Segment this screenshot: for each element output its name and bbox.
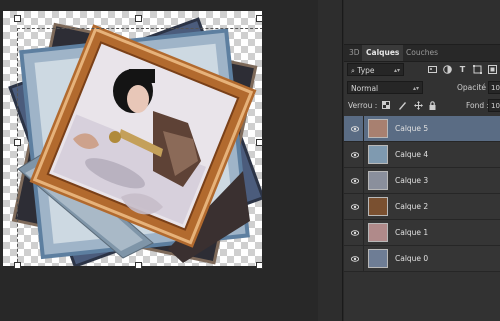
panel-tabs: 3D Calques Couches <box>344 45 500 62</box>
layer-row-divider <box>363 142 364 168</box>
layer-thumbnail <box>368 249 388 268</box>
layer-row-calque-4[interactable]: Calque 4 <box>344 142 500 168</box>
layer-filter-row: ⌕ Type ▴▾ T <box>344 62 500 77</box>
transform-handle-bottom-right[interactable] <box>256 262 263 269</box>
layer-name[interactable]: Calque 1 <box>395 220 428 246</box>
eye-icon[interactable] <box>351 125 359 133</box>
lock-paint-icon[interactable] <box>398 101 407 110</box>
eye-icon[interactable] <box>351 151 359 159</box>
layers-panel: 3D Calques Couches ⌕ Type ▴▾ T Normal ▴▾… <box>344 0 500 321</box>
chevron-updown-icon: ▴▾ <box>393 67 400 74</box>
layer-name[interactable]: Calque 2 <box>395 194 428 220</box>
layer-name[interactable]: Calque 0 <box>395 246 428 272</box>
fill-label: Fond : <box>466 101 490 110</box>
layer-thumbnail <box>368 223 388 242</box>
transform-handle-middle-left[interactable] <box>14 139 21 146</box>
transform-handle-bottom-left[interactable] <box>14 262 21 269</box>
transform-handle-bottom-center[interactable] <box>135 262 142 269</box>
tab-3d[interactable]: 3D <box>345 45 364 61</box>
layer-row-divider <box>363 168 364 194</box>
panel-collapse-gutter[interactable] <box>318 0 342 321</box>
blend-mode-select[interactable]: Normal ▴▾ <box>347 81 423 94</box>
opacity-field[interactable]: 10 <box>488 81 500 94</box>
layer-row-calque-5[interactable]: Calque 5 <box>344 116 500 142</box>
document-canvas-area[interactable] <box>0 0 318 321</box>
layer-row-divider <box>363 116 364 142</box>
layer-filter-select[interactable]: ⌕ Type ▴▾ <box>347 63 404 76</box>
transform-handle-top-left[interactable] <box>14 15 21 22</box>
lock-label: Verrou : <box>348 101 378 110</box>
layer-thumbnail <box>368 145 388 164</box>
eye-icon[interactable] <box>351 177 359 185</box>
tab-couches[interactable]: Couches <box>402 45 442 61</box>
blend-opacity-row: Normal ▴▾ Opacité : 10 <box>344 80 500 95</box>
panel-dock-divider <box>342 0 343 321</box>
document-artboard[interactable] <box>3 11 262 266</box>
lock-all-icon[interactable] <box>428 101 437 110</box>
lock-transparency-icon[interactable] <box>382 101 391 110</box>
transform-handle-top-right[interactable] <box>256 15 263 22</box>
layer-thumbnail <box>368 197 388 216</box>
chevron-updown-icon: ▴▾ <box>412 85 419 92</box>
layer-thumbnail <box>368 171 388 190</box>
layer-name[interactable]: Calque 4 <box>395 142 428 168</box>
image-filter-icon[interactable] <box>428 65 437 74</box>
lock-fill-row: Verrou : Fond : 10 <box>344 98 500 113</box>
adjustment-filter-icon[interactable] <box>443 65 452 74</box>
layer-name[interactable]: Calque 5 <box>395 116 428 142</box>
panel-top-strip <box>344 0 500 45</box>
lock-position-icon[interactable] <box>414 101 423 110</box>
search-icon: ⌕ <box>351 67 355 75</box>
layer-filter-label: Type <box>357 66 375 75</box>
eye-icon[interactable] <box>351 203 359 211</box>
blend-mode-value: Normal <box>351 84 379 93</box>
layer-row-calque-3[interactable]: Calque 3 <box>344 168 500 194</box>
artwork-image <box>8 17 262 266</box>
layer-row-calque-0[interactable]: Calque 0 <box>344 246 500 272</box>
transform-handle-middle-right[interactable] <box>256 139 263 146</box>
layer-row-calque-1[interactable]: Calque 1 <box>344 220 500 246</box>
transform-handle-top-center[interactable] <box>135 15 142 22</box>
layer-row-divider <box>363 194 364 220</box>
type-filter-icon[interactable]: T <box>458 65 467 74</box>
opacity-label: Opacité : <box>457 83 491 92</box>
layer-row-divider <box>363 220 364 246</box>
eye-icon[interactable] <box>351 229 359 237</box>
tab-calques[interactable]: Calques <box>362 45 404 61</box>
eye-icon[interactable] <box>351 255 359 263</box>
layer-row-divider <box>363 246 364 272</box>
smart-object-filter-icon[interactable] <box>488 65 497 74</box>
layer-name[interactable]: Calque 3 <box>395 168 428 194</box>
layer-thumbnail <box>368 119 388 138</box>
layer-row-calque-2[interactable]: Calque 2 <box>344 194 500 220</box>
fill-field[interactable]: 10 <box>488 99 500 112</box>
shape-filter-icon[interactable] <box>473 65 482 74</box>
